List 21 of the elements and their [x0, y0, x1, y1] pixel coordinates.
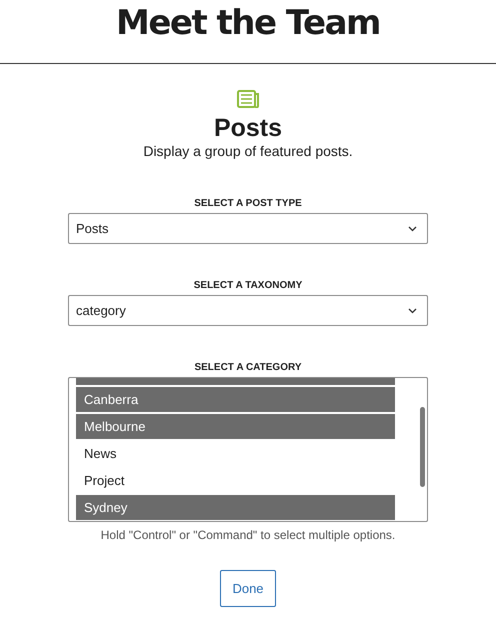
chevron-down-icon	[408, 308, 417, 314]
taxonomy-select[interactable]: category	[68, 295, 428, 326]
list-option[interactable]: Canberra	[76, 387, 395, 412]
list-option[interactable]: Project	[76, 468, 395, 493]
chevron-down-icon	[408, 226, 417, 232]
list-option[interactable]	[76, 378, 395, 385]
done-button[interactable]: Done	[220, 570, 276, 607]
newspaper-icon	[237, 90, 259, 108]
help-text: Hold "Control" or "Command" to select multiple options.	[100, 528, 396, 542]
scrollbar[interactable]	[420, 407, 425, 487]
page-title: Meet the Team	[116, 2, 380, 45]
list-option[interactable]: Sydney	[76, 495, 395, 520]
field-label: SELECT A CATEGORY	[194, 362, 302, 374]
list-option[interactable]: Melbourne	[76, 414, 395, 439]
field-label: SELECT A POST TYPE	[194, 198, 302, 210]
block-description: Display a group of featured posts.	[143, 142, 353, 160]
list-option[interactable]: News	[76, 441, 395, 466]
post-type-select[interactable]: Posts	[68, 213, 428, 244]
category-listbox[interactable]: Canberra Melbourne News Project Sydney	[68, 377, 428, 522]
field-label: SELECT A TAXONOMY	[194, 280, 302, 292]
block-title: Posts	[214, 114, 282, 142]
